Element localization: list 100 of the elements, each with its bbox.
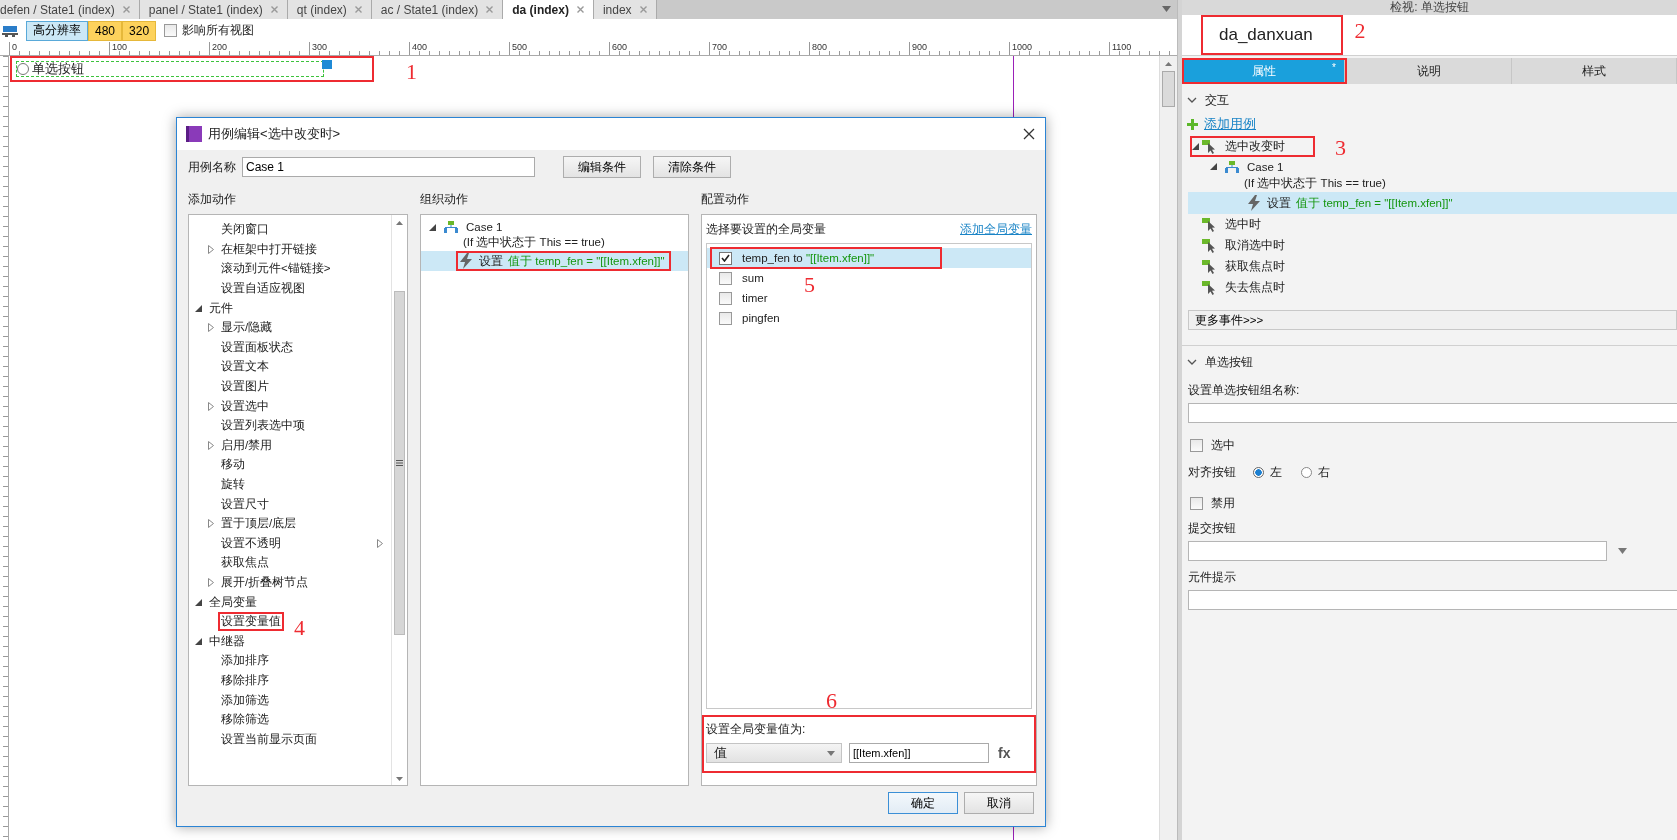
action-item[interactable]: 设置文本 [221, 359, 269, 375]
action-verb: 设置 [479, 253, 503, 269]
event-name[interactable]: 选中时 [1225, 216, 1261, 233]
tree-item[interactable]: 元件 [189, 298, 391, 318]
checkbox[interactable] [1190, 439, 1203, 452]
action-item[interactable]: 显示/隐藏 [221, 320, 273, 336]
scroll-up-icon [1165, 62, 1172, 66]
scrollbar[interactable] [1159, 56, 1177, 840]
action-item[interactable]: 设置选中 [221, 398, 269, 414]
lightning-icon [460, 253, 472, 269]
case-condition: (If 选中状态于 This == true) [462, 235, 606, 250]
tab-list-icon [1162, 6, 1171, 12]
view-button[interactable]: 320 [122, 20, 157, 41]
checkbox-label: 选中 [1211, 437, 1235, 454]
add-variable-link[interactable]: 添加全局变量 [960, 220, 1032, 238]
value-field[interactable]: [[Item.xfen]] [849, 743, 989, 763]
variable-row[interactable]: pingfen [707, 308, 784, 328]
close-icon [639, 6, 647, 13]
action-item[interactable]: 展开/折叠树节点 [221, 575, 309, 590]
action-item[interactable]: 设置尺寸 [221, 496, 269, 512]
annotation-number: 1 [406, 60, 417, 84]
dropdown-arrow-icon [827, 750, 835, 756]
page-tab[interactable]: ac / State1 (index) [371, 0, 504, 19]
radio-button[interactable] [1301, 467, 1312, 478]
tree-item[interactable]: 全局变量 [189, 592, 391, 612]
inspector-tab[interactable]: 说明 [1347, 58, 1512, 84]
action-item[interactable]: 关闭窗口 [221, 222, 269, 238]
action-item[interactable]: 设置自适应视图 [221, 281, 305, 297]
checkbox-label: 影响所有视图 [182, 22, 255, 39]
resize-handle[interactable] [322, 59, 332, 69]
variable-row[interactable]: timer [707, 288, 772, 308]
view-button[interactable]: 480 [88, 20, 123, 41]
scroll-thumb[interactable] [394, 291, 405, 635]
scrollbar[interactable] [391, 215, 407, 785]
radio-widget[interactable]: 单选按钮 [16, 61, 324, 77]
variable-name: sum [742, 272, 764, 284]
tooltip-field[interactable] [1188, 590, 1677, 610]
action-item[interactable]: 启用/禁用 [221, 437, 273, 453]
ruler-label: 900 [909, 42, 1009, 55]
checkbox[interactable] [164, 24, 178, 37]
page-tab[interactable]: qt (index) [287, 0, 372, 19]
action-row[interactable]: 设置 值于 temp_fen = "[[Item.xfen]]" [1188, 192, 1677, 214]
more-events-button[interactable]: 更多事件>>> [1188, 310, 1677, 330]
checkbox[interactable] [719, 271, 732, 285]
checkbox[interactable] [719, 251, 732, 265]
inspector-tab[interactable]: 样式 [1512, 58, 1677, 84]
field-label: 元件提示 [1187, 569, 1237, 586]
radio-button[interactable] [1253, 467, 1264, 478]
ruler-label: 500 [509, 42, 609, 55]
page-tab[interactable]: da (index) [503, 0, 594, 19]
field-label: 设置单选按钮组名称: [1187, 382, 1301, 399]
scroll-thumb[interactable] [1162, 71, 1175, 107]
radio-circle [17, 63, 29, 75]
action-item[interactable]: 获取焦点 [221, 555, 269, 571]
checkbox[interactable] [719, 311, 732, 325]
action-item[interactable]: 移除筛选 [221, 712, 269, 728]
dropdown-arrow-icon [1618, 548, 1627, 554]
checkbox[interactable] [1190, 497, 1203, 510]
event-name[interactable]: 取消选中时 [1225, 237, 1285, 254]
field-label: 提交按钮 [1187, 520, 1237, 537]
action-item[interactable]: 旋转 [221, 477, 245, 492]
function-button[interactable]: fx [996, 745, 1013, 761]
action-item[interactable]: 置于顶层/底层 [221, 516, 297, 532]
action-item[interactable]: 设置不透明 [221, 535, 281, 551]
case-name[interactable]: Case 1 [1247, 160, 1284, 173]
dialog-button[interactable]: 清除条件 [653, 156, 731, 178]
value-type-dropdown[interactable]: 值 [706, 743, 842, 763]
event-name[interactable]: 选中改变时 [1225, 138, 1285, 155]
case-name-field[interactable]: Case 1 [242, 157, 535, 177]
close-icon [486, 6, 494, 13]
action-item[interactable]: 滚动到元件<锚链接> [221, 261, 331, 277]
dialog-button[interactable]: 取消 [964, 792, 1034, 814]
action-item[interactable]: 设置变量值 [221, 614, 281, 630]
submit-button-field[interactable] [1188, 541, 1607, 561]
page-tab[interactable]: index [593, 0, 657, 19]
action-item[interactable]: 添加筛选 [221, 692, 269, 708]
action-item[interactable]: 设置面板状态 [221, 339, 293, 355]
ruler-label: 0 [9, 42, 109, 55]
page-tab[interactable]: defen / State1 (index) [0, 0, 140, 19]
checkbox[interactable] [719, 291, 732, 305]
event-cursor-icon [1202, 280, 1216, 295]
variable-row[interactable]: sum [707, 268, 768, 288]
add-case-link[interactable]: 添加用例 [1204, 115, 1256, 133]
page-tab[interactable]: panel / State1 (index) [139, 0, 288, 19]
case-name[interactable]: Case 1 [466, 221, 503, 233]
view-button[interactable]: 高分辨率 [26, 20, 88, 41]
event-name[interactable]: 失去焦点时 [1225, 279, 1285, 296]
action-item[interactable]: 设置列表选中项 [221, 418, 305, 434]
action-item[interactable]: 设置图片 [221, 379, 269, 395]
action-item[interactable]: 添加排序 [221, 653, 269, 669]
dialog-button[interactable]: 编辑条件 [563, 156, 641, 178]
action-item[interactable]: 移除排序 [221, 672, 269, 688]
event-name[interactable]: 获取焦点时 [1225, 258, 1285, 275]
group-name-field[interactable] [1188, 403, 1677, 423]
action-item[interactable]: 在框架中打开链接 [221, 241, 317, 257]
action-item[interactable]: 设置当前显示页面 [221, 731, 317, 747]
action-item[interactable]: 移动 [221, 457, 245, 473]
dialog-button[interactable]: 确定 [888, 792, 958, 814]
ruler-label: 800 [809, 42, 909, 55]
action-row[interactable]: 设置 值于 temp_fen = "[[Item.xfen]]" [421, 251, 688, 271]
